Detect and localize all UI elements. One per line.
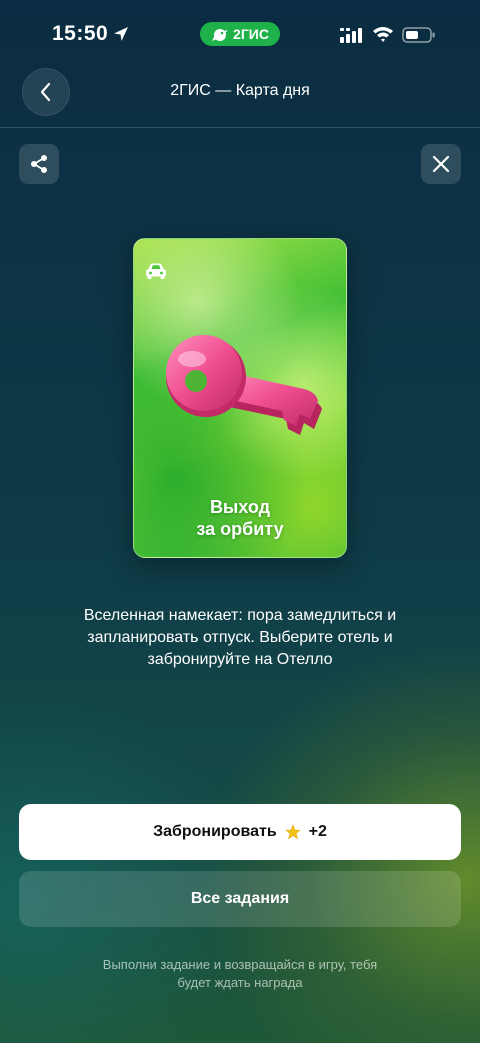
card-title-line2: за орбиту [196, 519, 284, 539]
footer-note: Выполни задание и возвращайся в игру, те… [102, 957, 378, 990]
close-button[interactable] [421, 144, 461, 184]
car-icon [146, 263, 166, 279]
wifi-icon [373, 27, 393, 42]
status-time: 15:50 [52, 22, 109, 45]
task-card[interactable]: Выход за орбиту [133, 238, 347, 558]
app-badge[interactable]: 2ГИС [200, 22, 280, 46]
all-tasks-button[interactable]: Все задания [19, 871, 461, 927]
all-tasks-button-label: Все задания [190, 890, 290, 907]
book-button[interactable]: Забронировать +2 [19, 804, 461, 860]
bird-logo-icon [212, 29, 229, 41]
star-icon [284, 824, 301, 840]
task-description: Вселенная намекает: пора замедлиться и з… [83, 607, 397, 668]
app-badge-label: 2ГИС [233, 26, 269, 42]
close-icon [432, 155, 450, 173]
share-button[interactable] [19, 144, 59, 184]
card-title-line1: Выход [209, 497, 271, 517]
cellular-signal-icon [340, 28, 362, 43]
page-title: 2ГИС — Карта дня [170, 82, 310, 99]
battery-icon [402, 27, 435, 43]
share-icon [31, 155, 47, 173]
book-button-label: Забронировать [153, 823, 277, 840]
nav-bar: 2ГИС — Карта дня [0, 60, 480, 128]
key-illustration [166, 335, 322, 435]
book-button-reward: +2 [308, 823, 327, 840]
location-arrow-icon [114, 27, 128, 41]
card-title: Выход за орбиту [134, 496, 346, 540]
